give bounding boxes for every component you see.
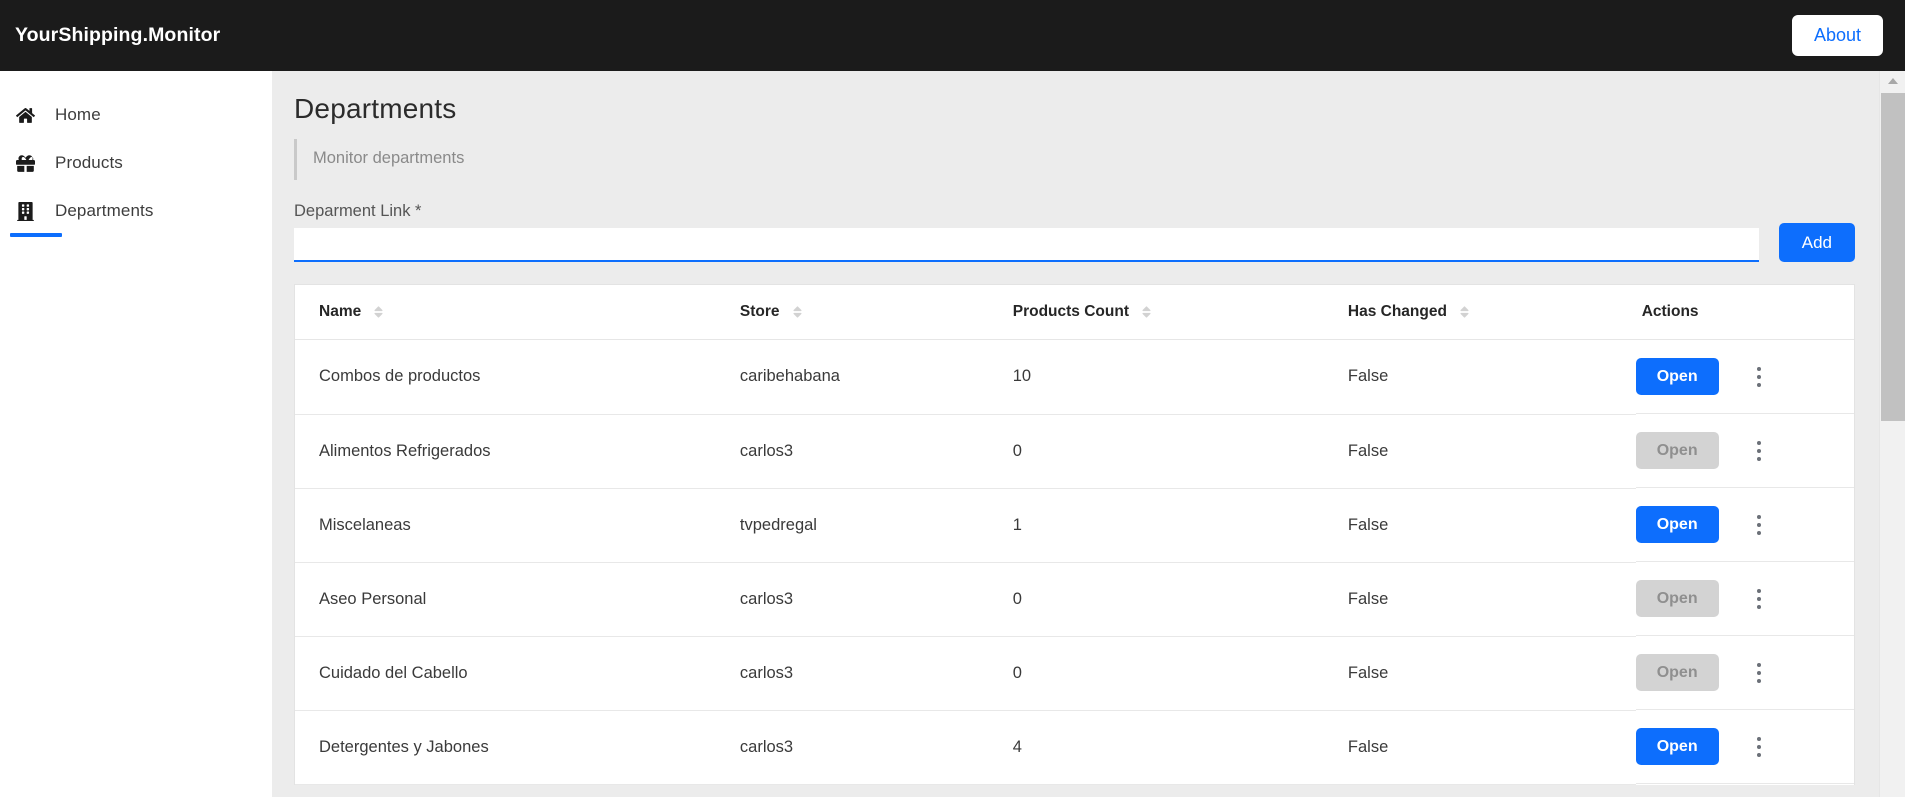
column-header-store[interactable]: Store	[715, 285, 989, 340]
column-label-has-changed: Has Changed	[1347, 303, 1447, 320]
table-row: Alimentos Refrigerados carlos3 0 False Open	[295, 414, 1854, 489]
cell-has-changed: False	[1323, 339, 1636, 415]
row-menu-icon[interactable]	[1747, 363, 1771, 391]
open-button: Open	[1635, 653, 1719, 692]
departments-table: Name Store Products Count Has Changed Ac…	[295, 285, 1854, 785]
sort-icon-store[interactable]	[793, 304, 802, 320]
vertical-scrollbar[interactable]	[1879, 71, 1905, 797]
department-link-label: Deparment Link *	[294, 202, 422, 220]
open-button[interactable]: Open	[1635, 505, 1719, 544]
home-icon	[8, 106, 42, 125]
cell-store: carlos3	[715, 710, 989, 785]
cell-products-count: 0	[988, 636, 1324, 711]
open-button[interactable]: Open	[1635, 727, 1719, 766]
sidebar: Home Products Departments	[0, 71, 272, 797]
cell-has-changed: False	[1323, 414, 1636, 489]
row-menu-icon[interactable]	[1747, 437, 1771, 465]
sidebar-item-label-departments: Departments	[55, 201, 154, 220]
table-row: Aseo Personal carlos3 0 False Open	[295, 562, 1854, 637]
cell-actions: Open	[1635, 710, 1854, 784]
table-header: Name Store Products Count Has Changed Ac…	[295, 285, 1854, 340]
cell-has-changed: False	[1323, 488, 1636, 563]
cell-products-count: 0	[988, 414, 1324, 489]
cell-products-count: 4	[988, 710, 1324, 785]
building-icon	[8, 201, 42, 221]
cell-actions: Open	[1635, 340, 1854, 414]
sort-icon-products-count[interactable]	[1142, 304, 1151, 320]
column-label-products-count: Products Count	[1012, 303, 1129, 320]
column-header-actions: Actions	[1635, 285, 1854, 340]
page-body: Home Products Departments Departments Mo	[0, 71, 1905, 797]
cell-has-changed: False	[1323, 562, 1636, 637]
column-label-actions: Actions	[1641, 303, 1699, 320]
department-link-input[interactable]	[294, 228, 1759, 262]
cell-actions: Open	[1635, 562, 1854, 636]
scroll-up-arrow-icon[interactable]	[1880, 71, 1905, 91]
cell-products-count: 0	[988, 562, 1324, 637]
app-brand: YourShipping.Monitor	[15, 24, 221, 46]
cell-name: Aseo Personal	[295, 562, 716, 637]
main-content: Departments Monitor departments Deparmen…	[272, 71, 1905, 797]
cell-has-changed: False	[1323, 636, 1636, 711]
table-row: Combos de productos caribehabana 10 False Op…	[295, 339, 1854, 415]
add-department-form: Deparment Link * Add	[294, 202, 1905, 262]
sidebar-item-home[interactable]: Home	[0, 91, 272, 139]
page-subtitle-container: Monitor departments	[294, 139, 1905, 180]
add-button[interactable]: Add	[1778, 223, 1855, 262]
table-row: Cuidado del Cabello carlos3 0 False Open	[295, 636, 1854, 711]
cell-name: Combos de productos	[295, 339, 716, 415]
column-header-has-changed[interactable]: Has Changed	[1323, 285, 1636, 340]
scrollbar-thumb[interactable]	[1881, 93, 1905, 421]
cell-name: Detergentes y Jabones	[295, 710, 716, 785]
sort-icon-name[interactable]	[374, 304, 383, 320]
row-menu-icon[interactable]	[1747, 585, 1771, 613]
cell-products-count: 10	[988, 339, 1324, 415]
cell-actions: Open	[1635, 488, 1854, 562]
gift-icon	[8, 154, 42, 173]
column-label-name: Name	[319, 303, 362, 320]
cell-store: carlos3	[715, 636, 989, 711]
page-title: Departments	[294, 93, 457, 124]
table-header-row: Name Store Products Count Has Changed Ac…	[295, 285, 1854, 340]
column-header-name[interactable]: Name	[295, 285, 716, 340]
cell-store: carlos3	[715, 414, 989, 489]
cell-store: carlos3	[715, 562, 989, 637]
table-row: Detergentes y Jabones carlos3 4 False Open	[295, 710, 1854, 785]
department-link-field-group: Deparment Link *	[294, 202, 1759, 262]
column-label-store: Store	[739, 303, 780, 320]
cell-actions: Open	[1635, 414, 1854, 488]
sidebar-item-products[interactable]: Products	[0, 139, 272, 187]
cell-name: Miscelaneas	[295, 488, 716, 563]
open-button[interactable]: Open	[1635, 357, 1719, 396]
open-button: Open	[1635, 431, 1719, 470]
cell-name: Alimentos Refrigerados	[295, 414, 716, 489]
column-header-products-count[interactable]: Products Count	[988, 285, 1324, 340]
open-button: Open	[1635, 579, 1719, 618]
sidebar-item-label-products: Products	[55, 153, 123, 172]
about-button[interactable]: About	[1791, 14, 1883, 57]
top-navbar: YourShipping.Monitor About	[0, 0, 1905, 71]
sidebar-item-label-home: Home	[55, 105, 101, 124]
cell-has-changed: False	[1323, 710, 1636, 785]
row-menu-icon[interactable]	[1747, 733, 1771, 761]
cell-actions: Open	[1635, 636, 1854, 710]
sort-icon-has-changed[interactable]	[1460, 304, 1469, 320]
cell-name: Cuidado del Cabello	[295, 636, 716, 711]
row-menu-icon[interactable]	[1747, 659, 1771, 687]
sidebar-item-departments[interactable]: Departments	[0, 187, 272, 237]
table-body: Combos de productos caribehabana 10 False Op…	[295, 339, 1854, 785]
table-row: Miscelaneas tvpedregal 1 False Open	[295, 488, 1854, 563]
cell-products-count: 1	[988, 488, 1324, 563]
page-subtitle: Monitor departments	[313, 149, 465, 167]
row-menu-icon[interactable]	[1747, 511, 1771, 539]
cell-store: caribehabana	[715, 339, 989, 415]
active-indicator	[10, 233, 62, 237]
departments-table-card: Name Store Products Count Has Changed Ac…	[294, 284, 1855, 785]
cell-store: tvpedregal	[715, 488, 989, 563]
